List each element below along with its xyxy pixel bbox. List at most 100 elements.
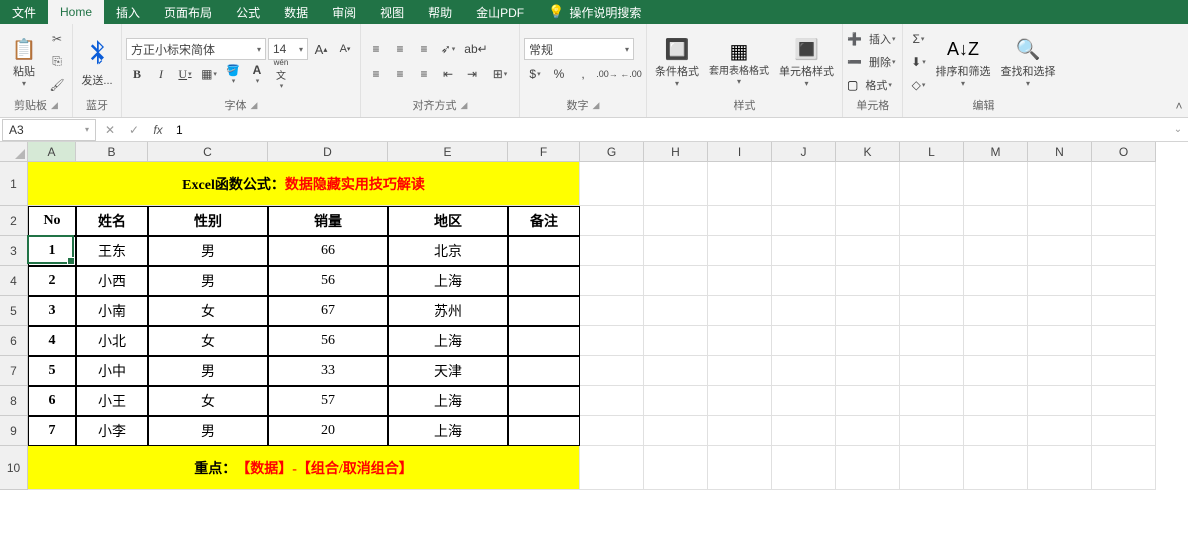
insert-cells-button[interactable]: 插入 [866, 28, 899, 50]
tab-home[interactable]: Home [48, 0, 104, 24]
cell-K3[interactable] [836, 236, 900, 266]
decrease-decimal-button[interactable]: ←.00 [620, 63, 642, 85]
clipboard-dialog-launcher[interactable]: ◢ [51, 100, 58, 111]
cell-N5[interactable] [1028, 296, 1092, 326]
increase-indent-button[interactable]: ⇥ [461, 63, 483, 85]
number-format-combo[interactable]: 常规▾ [524, 38, 634, 60]
cell-B6[interactable]: 小北 [76, 326, 148, 356]
cell-M5[interactable] [964, 296, 1028, 326]
cell-H4[interactable] [644, 266, 708, 296]
cell-L10[interactable] [900, 446, 964, 490]
tab-data[interactable]: 数据 [272, 0, 320, 24]
cell-N1[interactable] [1028, 162, 1092, 206]
collapse-ribbon-button[interactable]: ˄ [1170, 24, 1188, 117]
cell-E2[interactable]: 地区 [388, 206, 508, 236]
underline-button[interactable]: U [174, 63, 196, 85]
cell-H10[interactable] [644, 446, 708, 490]
cell-O4[interactable] [1092, 266, 1156, 296]
wrap-text-button[interactable]: ab↵ [461, 38, 491, 60]
cell-H2[interactable] [644, 206, 708, 236]
cell-K9[interactable] [836, 416, 900, 446]
cell-A3[interactable]: 1 [28, 236, 76, 266]
cell-F8[interactable] [508, 386, 580, 416]
cell-B2[interactable]: 姓名 [76, 206, 148, 236]
cell-C4[interactable]: 男 [148, 266, 268, 296]
increase-font-button[interactable]: A▴ [310, 38, 332, 60]
cell-H6[interactable] [644, 326, 708, 356]
cell-I4[interactable] [708, 266, 772, 296]
paste-button[interactable]: 📋 粘贴 ▾ [4, 33, 44, 90]
cell-L8[interactable] [900, 386, 964, 416]
cell-E3[interactable]: 北京 [388, 236, 508, 266]
name-box[interactable]: A3▾ [2, 119, 96, 141]
cell-K6[interactable] [836, 326, 900, 356]
cut-button[interactable]: ✂ [46, 28, 68, 50]
expand-formula-bar-button[interactable]: ⌄ [1168, 124, 1188, 135]
cell-E6[interactable]: 上海 [388, 326, 508, 356]
cell-I1[interactable] [708, 162, 772, 206]
cell-I10[interactable] [708, 446, 772, 490]
insert-function-button[interactable]: fx [146, 119, 170, 141]
cell-K7[interactable] [836, 356, 900, 386]
cell-E9[interactable]: 上海 [388, 416, 508, 446]
cell-L9[interactable] [900, 416, 964, 446]
tab-layout[interactable]: 页面布局 [152, 0, 224, 24]
conditional-format-button[interactable]: 🔲 条件格式 ▾ [651, 33, 703, 90]
column-header-O[interactable]: O [1092, 142, 1156, 162]
row-header-2[interactable]: 2 [0, 206, 28, 236]
column-header-F[interactable]: F [508, 142, 580, 162]
cell-N8[interactable] [1028, 386, 1092, 416]
cell-G4[interactable] [580, 266, 644, 296]
decrease-indent-button[interactable]: ⇤ [437, 63, 459, 85]
cell-L6[interactable] [900, 326, 964, 356]
cell-B4[interactable]: 小西 [76, 266, 148, 296]
cell-D7[interactable]: 33 [268, 356, 388, 386]
cell-C2[interactable]: 性别 [148, 206, 268, 236]
cell-E4[interactable]: 上海 [388, 266, 508, 296]
cell-E5[interactable]: 苏州 [388, 296, 508, 326]
row-header-3[interactable]: 3 [0, 236, 28, 266]
cell-H7[interactable] [644, 356, 708, 386]
font-size-combo[interactable]: 14▾ [268, 38, 308, 60]
cell-H1[interactable] [644, 162, 708, 206]
tell-me-search[interactable]: 💡 操作说明搜索 [536, 0, 653, 24]
column-header-N[interactable]: N [1028, 142, 1092, 162]
formula-input[interactable] [170, 123, 1168, 137]
cell-I2[interactable] [708, 206, 772, 236]
autosum-button[interactable]: Σ [907, 28, 929, 50]
cell-F6[interactable] [508, 326, 580, 356]
number-dialog-launcher[interactable]: ◢ [593, 100, 600, 111]
fill-button[interactable]: ⬇ [907, 51, 929, 73]
cell-D5[interactable]: 67 [268, 296, 388, 326]
column-header-C[interactable]: C [148, 142, 268, 162]
align-right-button[interactable]: ≡ [413, 63, 435, 85]
cell-M6[interactable] [964, 326, 1028, 356]
row-header-6[interactable]: 6 [0, 326, 28, 356]
select-all-corner[interactable] [0, 142, 28, 162]
column-header-A[interactable]: A [28, 142, 76, 162]
cell-E8[interactable]: 上海 [388, 386, 508, 416]
bluetooth-send-button[interactable]: 发送... [77, 34, 117, 90]
format-cells-button[interactable]: 格式 [862, 74, 895, 96]
cell-H8[interactable] [644, 386, 708, 416]
cell-H9[interactable] [644, 416, 708, 446]
cell-J9[interactable] [772, 416, 836, 446]
cell-G3[interactable] [580, 236, 644, 266]
cell-G2[interactable] [580, 206, 644, 236]
cell-L5[interactable] [900, 296, 964, 326]
tab-formula[interactable]: 公式 [224, 0, 272, 24]
cell-G5[interactable] [580, 296, 644, 326]
cell-F9[interactable] [508, 416, 580, 446]
cell-N4[interactable] [1028, 266, 1092, 296]
orientation-button[interactable]: ➶ [437, 38, 459, 60]
cell-N10[interactable] [1028, 446, 1092, 490]
spreadsheet-grid[interactable]: ABCDEFGHIJKLMNO 12345678910 Excel函数公式：数据… [0, 142, 1188, 546]
cell-O8[interactable] [1092, 386, 1156, 416]
column-header-B[interactable]: B [76, 142, 148, 162]
cell-O7[interactable] [1092, 356, 1156, 386]
cell-O10[interactable] [1092, 446, 1156, 490]
cell-A8[interactable]: 6 [28, 386, 76, 416]
row-header-7[interactable]: 7 [0, 356, 28, 386]
merge-center-button[interactable]: ⊞ [485, 63, 515, 85]
tab-review[interactable]: 审阅 [320, 0, 368, 24]
